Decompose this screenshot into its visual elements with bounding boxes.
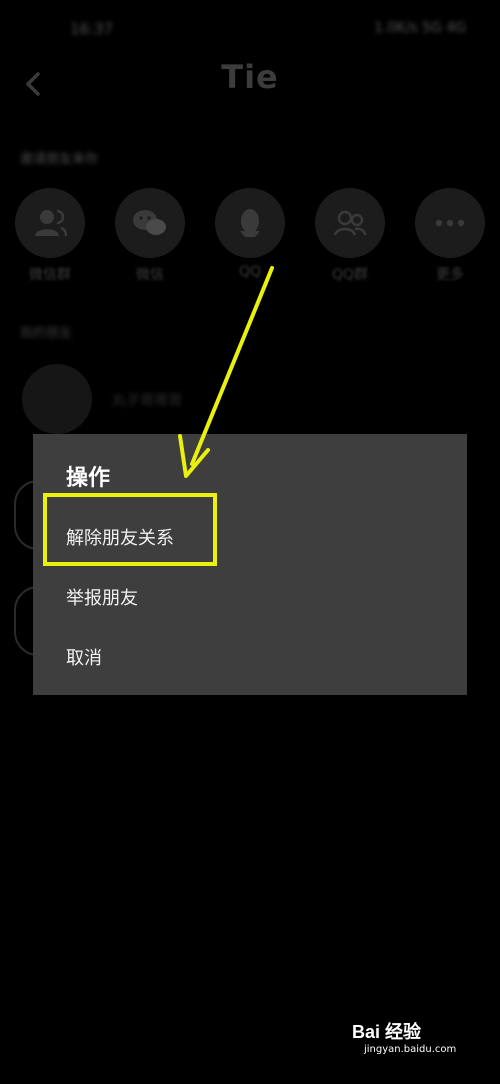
friend-name: 丸子哥哥哥 bbox=[112, 393, 182, 409]
share-item-label: QQ bbox=[238, 264, 262, 280]
page-title: Tie bbox=[221, 58, 279, 96]
highlight-box bbox=[43, 493, 217, 566]
status-time: 16:37 bbox=[70, 20, 114, 38]
share-item-wechat[interactable]: 微信 bbox=[114, 188, 186, 284]
avatar[interactable] bbox=[22, 364, 92, 434]
wechat-icon bbox=[115, 188, 185, 258]
share-item-label: 微信 bbox=[136, 267, 164, 283]
cancel-option[interactable]: 取消 bbox=[66, 644, 102, 670]
group-chat-icon bbox=[15, 188, 85, 258]
friends-caption: 我的朋友 bbox=[20, 326, 73, 341]
share-item-qq-group[interactable]: QQ群 bbox=[314, 188, 386, 284]
qq-penguin-icon bbox=[215, 188, 285, 258]
share-item-wechat-group[interactable]: 微信群 bbox=[14, 188, 86, 284]
share-row: 微信群 微信 QQ QQ群 更多 bbox=[14, 188, 486, 288]
baidu-watermark: Bai 经验 jingyan.baidu.com bbox=[352, 1018, 472, 1064]
status-bar: 16:37 1.0K/s 5G 4G bbox=[0, 18, 500, 44]
share-item-qq[interactable]: QQ bbox=[214, 188, 286, 280]
screen: 16:37 1.0K/s 5G 4G Tie 邀请朋友来你 微信群 微信 QQ … bbox=[0, 0, 500, 1084]
share-item-label: 更多 bbox=[436, 267, 464, 283]
more-dots-icon bbox=[415, 188, 485, 258]
dialog-title: 操作 bbox=[66, 466, 111, 491]
share-item-label: QQ群 bbox=[331, 267, 369, 283]
share-item-more[interactable]: 更多 bbox=[414, 188, 486, 284]
share-item-label: 微信群 bbox=[29, 267, 71, 283]
watermark-brand: Bai 经验 bbox=[352, 1022, 422, 1042]
status-indicators: 1.0K/s 5G 4G bbox=[374, 20, 466, 36]
report-friend-option[interactable]: 举报朋友 bbox=[66, 584, 138, 610]
share-caption: 邀请朋友来你 bbox=[20, 152, 99, 167]
watermark-url: jingyan.baidu.com bbox=[364, 1044, 457, 1055]
qq-group-icon bbox=[315, 188, 385, 258]
